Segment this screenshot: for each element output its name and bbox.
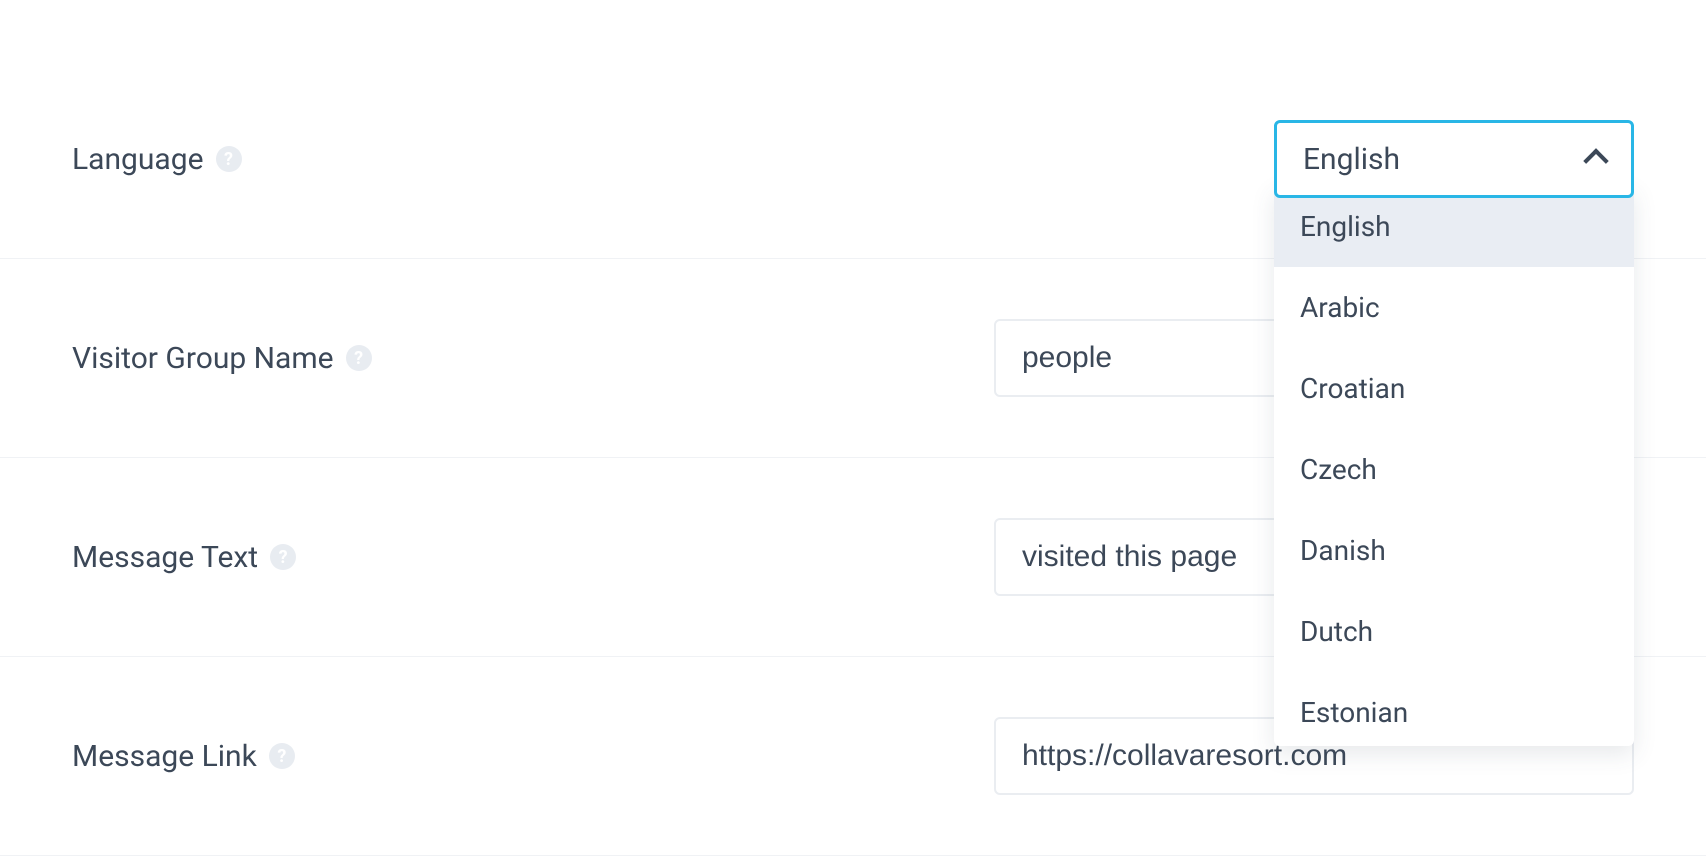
chevron-up-icon xyxy=(1587,144,1605,174)
help-icon[interactable] xyxy=(346,345,372,371)
help-icon[interactable] xyxy=(216,146,242,172)
language-option-czech[interactable]: Czech xyxy=(1274,429,1634,510)
label-visitor-group-name-text: Visitor Group Name xyxy=(72,341,334,376)
settings-panel: Language English English Arabic Croatian… xyxy=(0,0,1706,856)
language-option-croatian[interactable]: Croatian xyxy=(1274,348,1634,429)
row-language: Language English English Arabic Croatian… xyxy=(0,0,1706,259)
label-visitor-group-name: Visitor Group Name xyxy=(72,341,372,376)
language-dropdown[interactable]: English Arabic Croatian Czech Danish Dut… xyxy=(1274,186,1634,746)
label-message-text-text: Message Text xyxy=(72,540,258,575)
label-language: Language xyxy=(72,142,242,177)
label-message-text: Message Text xyxy=(72,540,296,575)
language-option-danish[interactable]: Danish xyxy=(1274,510,1634,591)
language-option-dutch[interactable]: Dutch xyxy=(1274,591,1634,672)
language-select[interactable]: English xyxy=(1274,120,1634,198)
language-select-value: English xyxy=(1303,142,1400,177)
help-icon[interactable] xyxy=(270,544,296,570)
label-language-text: Language xyxy=(72,142,204,177)
language-control-wrap: English xyxy=(994,120,1634,198)
help-icon[interactable] xyxy=(269,743,295,769)
language-option-arabic[interactable]: Arabic xyxy=(1274,267,1634,348)
label-message-link: Message Link xyxy=(72,739,295,774)
language-option-estonian[interactable]: Estonian xyxy=(1274,672,1634,746)
language-option-english[interactable]: English xyxy=(1274,186,1634,267)
label-message-link-text: Message Link xyxy=(72,739,257,774)
